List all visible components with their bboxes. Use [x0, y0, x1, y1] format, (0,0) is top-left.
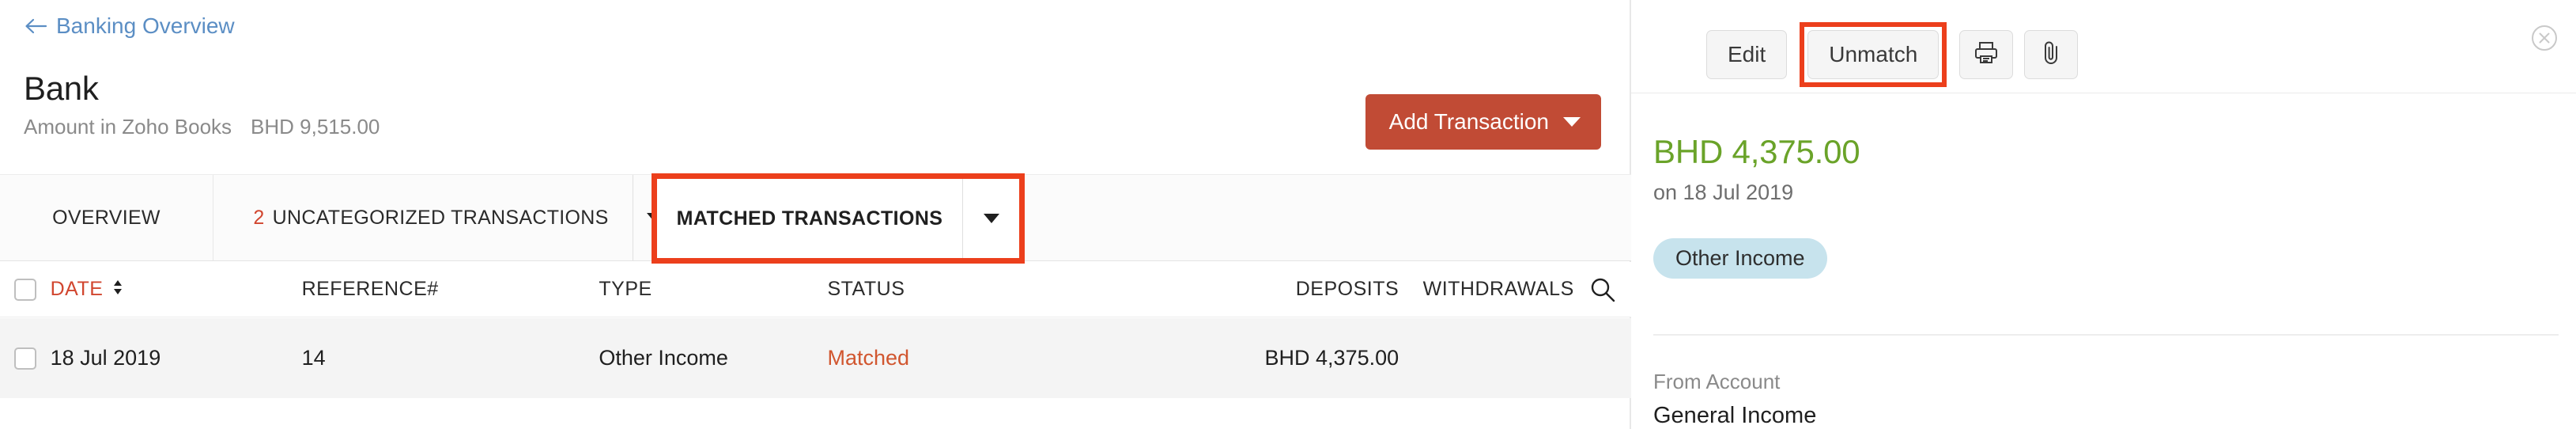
uncategorized-count-badge: 2 — [253, 206, 265, 229]
edit-button[interactable]: Edit — [1706, 30, 1788, 79]
select-all-checkbox[interactable] — [13, 278, 36, 301]
detail-toolbar: Edit Unmatch — [1631, 0, 2576, 93]
search-icon[interactable] — [1574, 276, 1631, 303]
cell-type: Other Income — [599, 346, 728, 370]
arrow-left-icon — [24, 15, 47, 37]
close-icon[interactable] — [2529, 22, 2560, 54]
detail-action-buttons: Edit Unmatch — [1706, 22, 2079, 87]
column-header-status[interactable]: STATUS — [827, 278, 1170, 301]
tab-matched-dropdown[interactable] — [962, 179, 1019, 258]
column-header-date-label: DATE — [50, 278, 104, 300]
page-title: Bank — [24, 70, 99, 107]
unmatch-button[interactable]: Unmatch — [1807, 30, 1940, 79]
tab-matched-transactions-highlight: MATCHED TRANSACTIONS — [652, 173, 1025, 264]
back-to-banking-overview-link[interactable]: Banking Overview — [24, 13, 235, 39]
printer-icon — [1974, 40, 1999, 70]
column-header-reference[interactable]: REFERENCE# — [302, 278, 599, 301]
back-link-label: Banking Overview — [56, 13, 235, 38]
tab-overview-label: OVERVIEW — [52, 206, 161, 229]
banking-matched-transactions-screen: Banking Overview Bank Amount in Zoho Boo… — [0, 0, 2576, 429]
unmatch-button-highlight: Unmatch — [1800, 22, 1947, 87]
tab-uncategorized-transactions[interactable]: 2 UNCATEGORIZED TRANSACTIONS — [213, 175, 633, 260]
left-pane: Banking Overview Bank Amount in Zoho Boo… — [0, 0, 1631, 429]
tab-bar: OVERVIEW 2 UNCATEGORIZED TRANSACTIONS MAT… — [0, 173, 1631, 264]
amount-in-books-value: BHD 9,515.00 — [251, 115, 380, 139]
tab-overview[interactable]: OVERVIEW — [0, 175, 213, 260]
column-header-date[interactable]: DATE — [51, 278, 302, 301]
paperclip-icon — [2039, 40, 2063, 70]
column-header-deposits[interactable]: DEPOSITS — [1170, 278, 1399, 301]
tab-uncategorized-label: UNCATEGORIZED TRANSACTIONS — [272, 206, 609, 229]
detail-date: on 18 Jul 2019 — [1653, 180, 1794, 204]
tab-matched-transactions[interactable]: MATCHED TRANSACTIONS — [657, 179, 962, 258]
from-account-value: General Income — [1653, 403, 1817, 428]
select-all-cell — [0, 278, 51, 301]
transactions-table-header: DATE REFERENCE# TYPE STATUS DEPOSITS WIT… — [0, 262, 1631, 317]
cell-deposits: BHD 4,375.00 — [1264, 346, 1399, 370]
cell-status: Matched — [827, 346, 910, 370]
detail-divider — [1653, 334, 2559, 336]
row-select-cell — [0, 347, 51, 370]
tab-matched-label: MATCHED TRANSACTIONS — [676, 207, 943, 230]
column-header-type[interactable]: TYPE — [599, 278, 827, 301]
from-account-label: From Account — [1653, 370, 1781, 393]
add-transaction-label: Add Transaction — [1388, 109, 1549, 134]
add-transaction-button[interactable]: Add Transaction — [1365, 94, 1601, 150]
cell-date: 18 Jul 2019 — [50, 346, 161, 370]
page-subtitle: Amount in Zoho Books BHD 9,515.00 — [24, 115, 380, 139]
amount-in-books-label: Amount in Zoho Books — [24, 115, 232, 139]
chevron-down-icon — [983, 214, 999, 223]
table-row[interactable]: 18 Jul 2019 14 Other Income Matched BHD … — [0, 318, 1631, 398]
row-checkbox[interactable] — [13, 347, 36, 370]
attachment-button[interactable] — [2024, 30, 2079, 79]
print-button[interactable] — [1959, 30, 2014, 79]
sort-arrow-icon — [112, 278, 123, 301]
detail-amount: BHD 4,375.00 — [1653, 133, 1860, 170]
cell-reference: 14 — [301, 346, 326, 370]
column-header-withdrawals[interactable]: WITHDRAWALS — [1399, 278, 1574, 301]
caret-down-icon — [1563, 117, 1581, 127]
page-header: Bank Amount in Zoho Books BHD 9,515.00 — [24, 70, 380, 139]
detail-category-badge: Other Income — [1653, 238, 1827, 279]
transaction-detail-panel: Edit Unmatch BHD 4,375.00 on 18 Jul 2019… — [1631, 0, 2576, 429]
